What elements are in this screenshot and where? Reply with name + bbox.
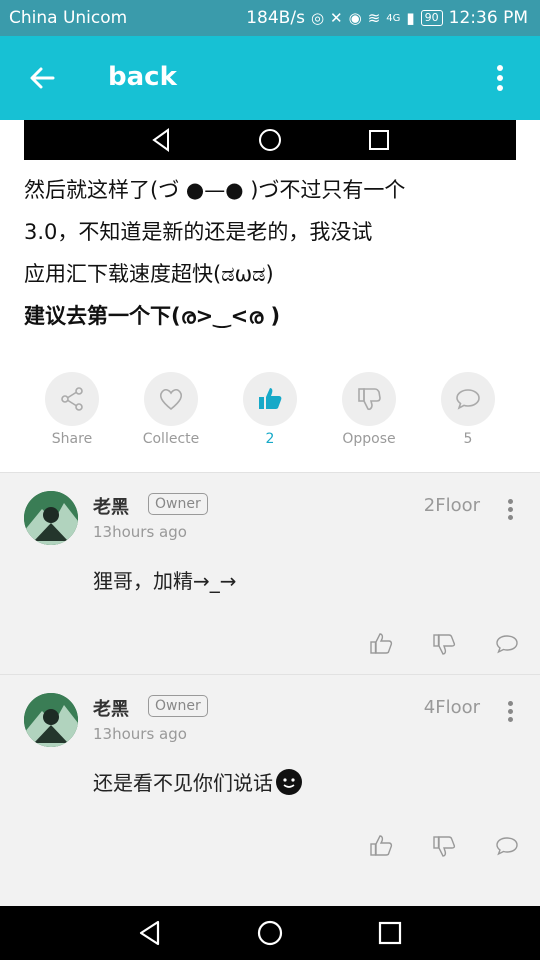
carrier-name: China Unicom	[9, 8, 128, 28]
avatar-image	[24, 491, 78, 545]
network-type: 4G	[386, 12, 401, 24]
share-icon	[61, 387, 83, 411]
thumbs-up-icon[interactable]	[368, 833, 394, 859]
embedded-screenshot-nav	[24, 120, 516, 160]
post-text-line: 3.0，不知道是新的还是老的，我没试	[24, 220, 373, 244]
floor-number: 2Floor	[423, 495, 480, 516]
eye-icon: ◉	[348, 9, 362, 27]
comment-item: 老黑 Owner 4Floor 13hours ago 还是看不见你们说话	[0, 674, 540, 874]
battery-icon: 90	[420, 10, 443, 26]
comment-item: 老黑 Owner 2Floor 13hours ago 狸哥，加精→_→	[0, 472, 540, 672]
back-triangle-icon	[152, 128, 169, 152]
oppose-label: Oppose	[342, 431, 396, 447]
comment-text: 狸哥，加精→_→	[93, 569, 237, 593]
page-title[interactable]: back	[108, 62, 177, 92]
heart-icon	[159, 388, 183, 411]
clock: 12:36 PM	[448, 8, 528, 28]
comment-count: 5	[463, 431, 473, 447]
thumbs-down-icon	[358, 388, 381, 411]
reply-bubble-icon[interactable]	[494, 833, 520, 859]
comment-time: 13hours ago	[93, 523, 187, 541]
overflow-menu-icon[interactable]	[490, 62, 510, 94]
reply-bubble-icon[interactable]	[494, 631, 520, 657]
system-nav-bar	[0, 906, 540, 960]
status-icons: 184B/s ◎ ✕ ◉ ≋ 4G ▮ 90 12:36 PM	[246, 8, 528, 28]
app-bar: back	[0, 36, 540, 120]
thumbs-up-icon[interactable]	[368, 631, 394, 657]
emoji-face-icon	[276, 769, 302, 795]
comment-text-content: 还是看不见你们说话	[93, 771, 273, 795]
comment-button[interactable]: 5	[418, 372, 518, 447]
post-card: 然后就这样了(づ ●—● )づ不过只有一个 3.0，不知道是新的还是老的，我没试…	[0, 120, 540, 472]
nav-home-icon[interactable]	[254, 918, 286, 948]
home-circle-icon	[259, 129, 281, 151]
share-button[interactable]: Share	[22, 372, 122, 447]
nav-recents-icon[interactable]	[374, 918, 406, 948]
owner-badge: Owner	[148, 493, 208, 515]
wifi-icon: ≋	[367, 9, 381, 27]
comment-more-icon[interactable]	[506, 499, 514, 523]
status-bar: China Unicom 184B/s ◎ ✕ ◉ ≋ 4G ▮ 90 12:3…	[0, 0, 540, 36]
share-label: Share	[51, 431, 93, 447]
post-text-line: 应用汇下载速度超快(ಡωಡ)	[24, 262, 274, 286]
comment-bubble-icon	[456, 389, 480, 410]
post-actions: Share Collecte 2 Oppose 5	[0, 372, 540, 462]
collect-label: Collecte	[142, 431, 200, 447]
oppose-button[interactable]: Oppose	[319, 372, 419, 447]
data-saver-icon: ◎	[310, 9, 325, 27]
comment-more-icon[interactable]	[506, 701, 514, 725]
back-arrow-icon[interactable]	[26, 62, 58, 94]
signal-icon: ▮	[406, 9, 415, 27]
avatar[interactable]	[24, 693, 78, 747]
network-speed: 184B/s	[246, 8, 305, 28]
thumbs-down-icon[interactable]	[431, 631, 457, 657]
comment-username[interactable]: 老黑	[93, 695, 129, 721]
mute-icon: ✕	[330, 9, 343, 27]
collect-button[interactable]: Collecte	[121, 372, 221, 447]
post-text-line: 建议去第一个下(ര>‿<ര )	[24, 304, 281, 328]
post-text-line: 然后就这样了(づ ●—● )づ不过只有一个	[24, 178, 406, 202]
avatar-image	[24, 693, 78, 747]
thumbs-down-icon[interactable]	[431, 833, 457, 859]
comment-username[interactable]: 老黑	[93, 493, 129, 519]
avatar[interactable]	[24, 491, 78, 545]
like-count: 2	[265, 431, 275, 447]
nav-back-icon[interactable]	[134, 918, 166, 948]
owner-badge: Owner	[148, 695, 208, 717]
like-button[interactable]: 2	[220, 372, 320, 447]
thumbs-up-icon	[259, 388, 282, 409]
comment-text: 还是看不见你们说话	[93, 767, 303, 796]
floor-number: 4Floor	[423, 697, 480, 718]
comment-time: 13hours ago	[93, 725, 187, 743]
recents-square-icon	[369, 130, 389, 150]
